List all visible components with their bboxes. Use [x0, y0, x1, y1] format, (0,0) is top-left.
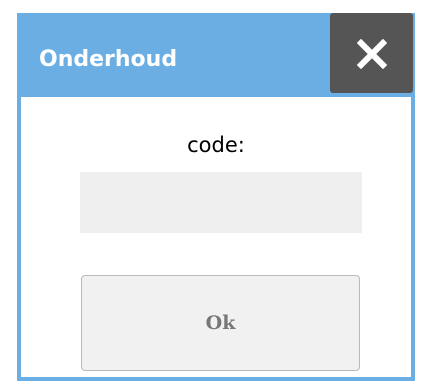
- maintenance-dialog: Onderhoud code: Ok: [17, 13, 415, 381]
- ok-button[interactable]: Ok: [81, 275, 360, 371]
- code-input[interactable]: [80, 172, 362, 233]
- dialog-titlebar: Onderhoud: [21, 13, 413, 97]
- code-label: code:: [187, 133, 245, 157]
- close-button[interactable]: [330, 13, 413, 93]
- close-icon: [357, 39, 387, 69]
- dialog-title: Onderhoud: [39, 47, 178, 72]
